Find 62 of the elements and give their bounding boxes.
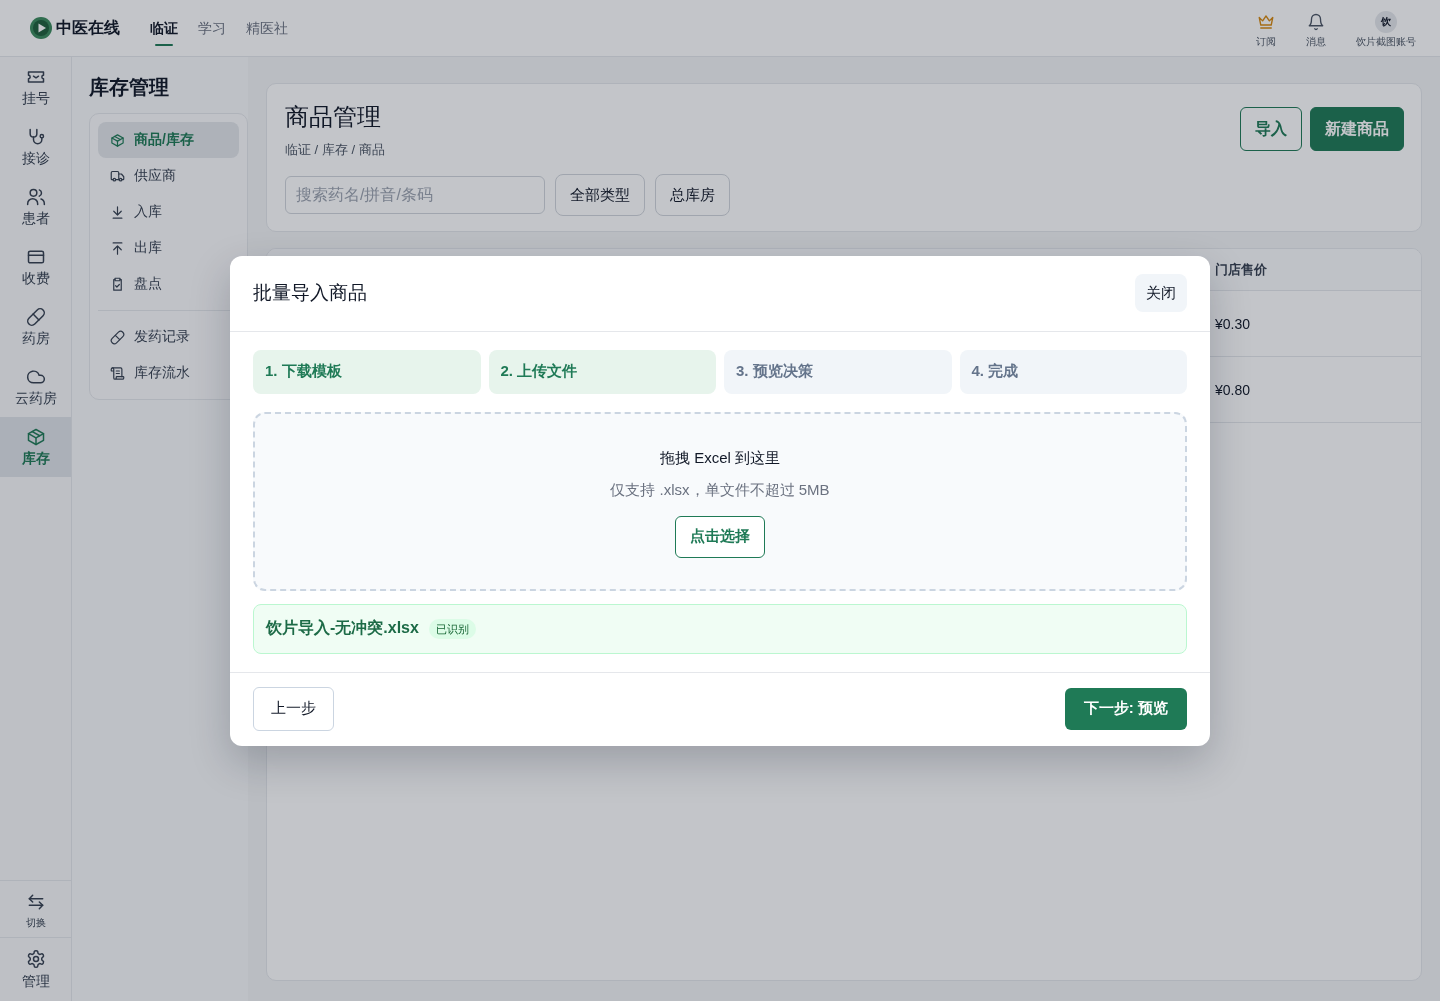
choose-file-button[interactable]: 点击选择 xyxy=(675,515,765,558)
account-button[interactable]: 饮 饮片截图账号 xyxy=(1356,10,1416,48)
search-field[interactable]: 搜索药名/拼音/条码 xyxy=(285,176,545,214)
cloud-icon xyxy=(25,367,46,387)
next-button[interactable]: 下一步: 预览 xyxy=(1064,687,1187,730)
dropzone-hint: 仅支持 .xlsx，单文件不超过 5MB xyxy=(610,479,830,500)
rail-item[interactable]: 挂号 xyxy=(0,57,71,117)
sidebar-item[interactable]: 盘点 xyxy=(98,266,174,302)
import-button[interactable]: 导入 xyxy=(1240,107,1302,151)
truck-icon xyxy=(110,168,125,184)
price-value: ¥0.30 xyxy=(1215,315,1251,332)
brand-name: 中医在线 xyxy=(56,17,120,38)
logo-icon xyxy=(30,17,52,39)
clipboard-check-icon xyxy=(110,276,125,292)
dropzone-title: 拖拽 Excel 到这里 xyxy=(660,447,780,468)
file-name: 饮片导入-无冲突.xlsx xyxy=(266,618,419,638)
sidebar-title: 库存管理 xyxy=(89,75,170,100)
wizard-step: 3. 预览决策 xyxy=(724,349,952,394)
sidebar-item[interactable]: 库存流水 xyxy=(98,355,202,391)
scroll-icon xyxy=(110,365,125,381)
price-value: ¥0.80 xyxy=(1215,381,1251,398)
create-button[interactable]: 新建商品 xyxy=(1310,107,1404,151)
close-button[interactable]: 关闭 xyxy=(1135,274,1187,312)
back-button[interactable]: 上一步 xyxy=(253,686,334,731)
wizard-step: 2. 上传文件 xyxy=(488,349,716,394)
nav-tab[interactable]: 精医社 xyxy=(246,18,288,46)
rail-item[interactable]: 云药房 xyxy=(0,357,71,417)
dialog-title: 批量导入商品 xyxy=(253,281,367,305)
pill-icon xyxy=(25,307,46,327)
filter-button[interactable]: 总库房 xyxy=(655,174,730,216)
column-header: 门店售价 xyxy=(1215,260,1267,279)
sidebar-item[interactable]: 供应商 xyxy=(98,158,188,194)
wizard-step: 1. 下载模板 xyxy=(253,349,481,394)
dropzone[interactable]: 拖拽 Excel 到这里 仅支持 .xlsx，单文件不超过 5MB 点击选择 xyxy=(253,411,1187,591)
box-icon xyxy=(110,132,125,148)
rail-item[interactable]: 接诊 xyxy=(0,117,71,177)
upload-icon xyxy=(110,240,125,256)
filter-button[interactable]: 全部类型 xyxy=(555,174,645,216)
rail-item[interactable]: 药房 xyxy=(0,297,71,357)
bell-icon xyxy=(1307,12,1325,31)
toolbar-button[interactable]: 消息 xyxy=(1306,10,1326,48)
pill-icon xyxy=(110,329,125,345)
card-icon xyxy=(25,247,46,267)
rail-item[interactable]: 收费 xyxy=(0,237,71,297)
users-icon xyxy=(25,187,46,207)
nav-tab[interactable]: 临证 xyxy=(150,18,178,46)
rail-item[interactable]: 切换 xyxy=(0,880,71,937)
page-title: 商品管理 xyxy=(285,102,382,132)
status-tag: 已识别 xyxy=(428,618,476,639)
rail-item[interactable]: 患者 xyxy=(0,177,71,237)
sidebar-item[interactable]: 入库 xyxy=(98,194,174,230)
download-icon xyxy=(110,204,125,220)
settings-icon xyxy=(25,949,46,969)
sidebar-item[interactable]: 发药记录 xyxy=(98,319,202,355)
box-icon xyxy=(25,427,46,447)
wizard-step: 4. 完成 xyxy=(959,349,1187,394)
toolbar-button[interactable]: 订阅 xyxy=(1256,10,1276,48)
avatar: 饮 xyxy=(1375,10,1397,33)
nav-tab[interactable]: 学习 xyxy=(198,18,226,46)
breadcrumb: 临证 / 库存 / 商品 xyxy=(285,141,385,159)
rail-item[interactable]: 管理 xyxy=(0,937,71,1001)
sidebar-item[interactable]: 出库 xyxy=(98,230,174,266)
